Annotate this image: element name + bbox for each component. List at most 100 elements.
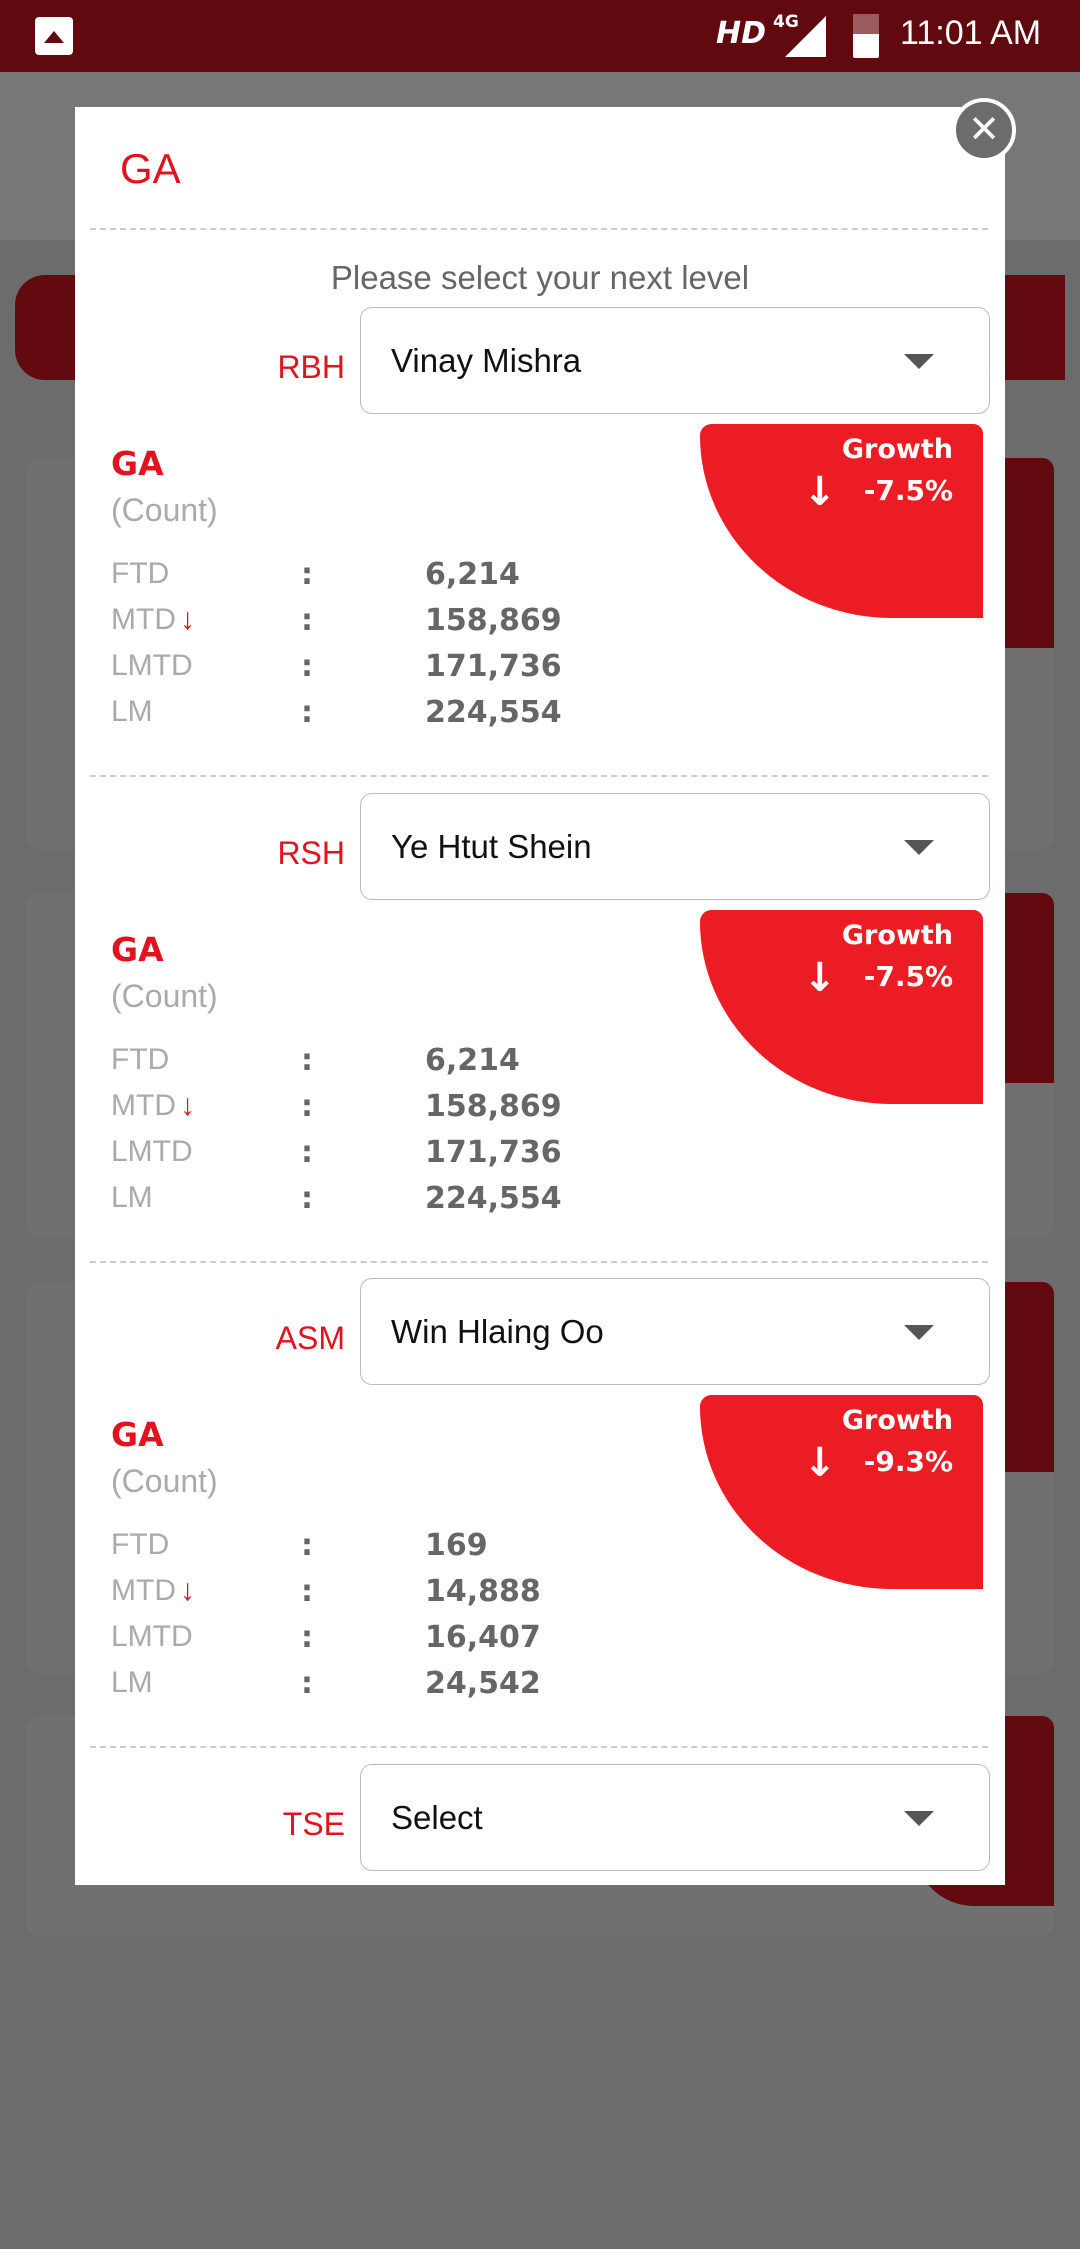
stat-row-ftd: FTD : 6,214 — [111, 557, 711, 597]
growth-value: -7.5% — [863, 959, 953, 993]
separator: : — [301, 1088, 313, 1124]
level-dropdown[interactable]: Vinay Mishra — [360, 307, 990, 414]
stat-label: MTD — [111, 1088, 176, 1122]
divider — [90, 1746, 988, 1748]
separator: : — [301, 557, 313, 592]
level-dropdown[interactable]: Win Hlaing Oo — [360, 1278, 990, 1385]
level-section-rsh: RSH Ye Htut Shein Growth ↓ -7.5% GA (Cou… — [75, 792, 1005, 1278]
stat-value: 158,869 — [425, 1088, 562, 1124]
card-title: GA — [111, 444, 164, 483]
stat-value: 14,888 — [425, 1574, 541, 1609]
growth-value: -7.5% — [863, 474, 953, 507]
growth-label: Growth — [841, 434, 953, 465]
chevron-down-icon — [904, 1325, 934, 1340]
stat-label: LM — [111, 1180, 153, 1214]
stat-label: LMTD — [111, 1134, 193, 1168]
separator: : — [301, 1134, 313, 1170]
separator: : — [301, 1574, 313, 1609]
arrow-down-icon: ↓ — [179, 1088, 195, 1122]
stat-value: 158,869 — [425, 603, 562, 638]
level-dropdown[interactable]: Ye Htut Shein — [360, 792, 990, 900]
signal-icon — [785, 16, 826, 57]
growth-label: Growth — [841, 1405, 953, 1436]
stat-row-mtd: MTD ↓ : 158,869 — [111, 1089, 711, 1129]
arrow-down-icon: ↓ — [803, 469, 837, 515]
divider — [90, 775, 988, 777]
separator: : — [301, 603, 313, 638]
stat-label: LMTD — [111, 1620, 193, 1653]
stat-value: 169 — [425, 1528, 488, 1563]
network-label: HD — [716, 16, 767, 51]
stat-row-lm: LM : 224,554 — [111, 695, 711, 735]
stat-row-lmtd: LMTD : 171,736 — [111, 649, 711, 689]
level-section-tse: TSE Select — [75, 1763, 1005, 2249]
level-section-asm: ASM Win Hlaing Oo Growth ↓ -9.3% GA (Cou… — [75, 1278, 1005, 1763]
stat-row-mtd: MTD ↓ : 158,869 — [111, 603, 711, 643]
separator: : — [301, 1528, 313, 1563]
battery-icon — [853, 14, 879, 58]
dropdown-value: Win Hlaing Oo — [391, 1313, 604, 1350]
status-bar: HD 4G 11:01 AM — [0, 0, 1080, 72]
stat-row-lmtd: LMTD : 16,407 — [111, 1620, 711, 1660]
card-unit: (Count) — [111, 977, 218, 1014]
dialog-title: GA — [120, 145, 181, 192]
chevron-down-icon — [904, 1810, 934, 1826]
level-label: ASM — [275, 1320, 345, 1356]
stat-label: LM — [111, 1666, 153, 1699]
stat-value: 6,214 — [425, 1042, 520, 1078]
growth-badge: Growth ↓ -7.5% — [700, 424, 983, 618]
stat-value: 16,407 — [425, 1620, 541, 1655]
level-select-dialog: GA Please select your next level RBH Vin… — [75, 107, 1005, 1885]
stat-row-ftd: FTD : 6,214 — [111, 1043, 711, 1083]
stat-row-lm: LM : 224,554 — [111, 1181, 711, 1221]
arrow-down-icon: ↓ — [803, 1440, 837, 1486]
growth-badge: Growth ↓ -7.5% — [700, 909, 983, 1104]
stat-value: 171,736 — [425, 1134, 562, 1170]
close-button[interactable]: ✕ — [952, 98, 1016, 162]
chevron-down-icon — [904, 839, 934, 855]
card-title: GA — [111, 929, 164, 969]
level-label: RSH — [277, 834, 345, 871]
stat-label: FTD — [111, 1042, 170, 1076]
gallery-icon — [35, 17, 73, 55]
growth-value: -9.3% — [863, 1445, 953, 1478]
stat-row-lmtd: LMTD : 171,736 — [111, 1135, 711, 1175]
stat-value: 171,736 — [425, 649, 562, 684]
dropdown-value: Vinay Mishra — [391, 342, 582, 379]
stat-row-ftd: FTD : 169 — [111, 1528, 711, 1568]
separator: : — [301, 649, 313, 684]
stat-value: 224,554 — [425, 1180, 562, 1216]
card-unit: (Count) — [111, 492, 218, 528]
arrow-down-icon: ↓ — [179, 1574, 195, 1607]
stat-label: LMTD — [111, 649, 193, 682]
stat-row-lm: LM : 24,542 — [111, 1666, 711, 1706]
dialog-prompt: Please select your next level — [330, 259, 750, 296]
separator: : — [301, 1620, 313, 1655]
stat-label: FTD — [111, 1528, 170, 1561]
separator: : — [301, 1042, 313, 1078]
separator: : — [301, 695, 313, 730]
dropdown-value: Ye Htut Shein — [391, 827, 592, 865]
divider — [90, 228, 988, 230]
stat-value: 24,542 — [425, 1666, 541, 1701]
stat-label: FTD — [111, 557, 170, 590]
level-dropdown[interactable]: Select — [360, 1763, 990, 1871]
level-label: RBH — [277, 349, 345, 385]
separator: : — [301, 1180, 313, 1216]
stat-row-mtd: MTD ↓ : 14,888 — [111, 1574, 711, 1614]
level-label: TSE — [282, 1805, 345, 1842]
stat-value: 6,214 — [425, 557, 520, 592]
dropdown-value: Select — [391, 1798, 483, 1836]
card-unit: (Count) — [111, 1463, 218, 1499]
divider — [90, 1260, 988, 1263]
separator: : — [301, 1666, 313, 1701]
level-section-rbh: RBH Vinay Mishra Growth ↓ -7.5% GA (Coun… — [75, 307, 1005, 792]
stat-value: 224,554 — [425, 695, 562, 730]
stat-label: LM — [111, 695, 153, 728]
stat-label: MTD — [111, 1574, 176, 1607]
clock: 11:01 AM — [900, 14, 1042, 52]
growth-label: Growth — [841, 919, 953, 951]
close-icon: ✕ — [968, 107, 1000, 151]
card-title: GA — [111, 1415, 164, 1454]
chevron-down-icon — [904, 354, 934, 369]
